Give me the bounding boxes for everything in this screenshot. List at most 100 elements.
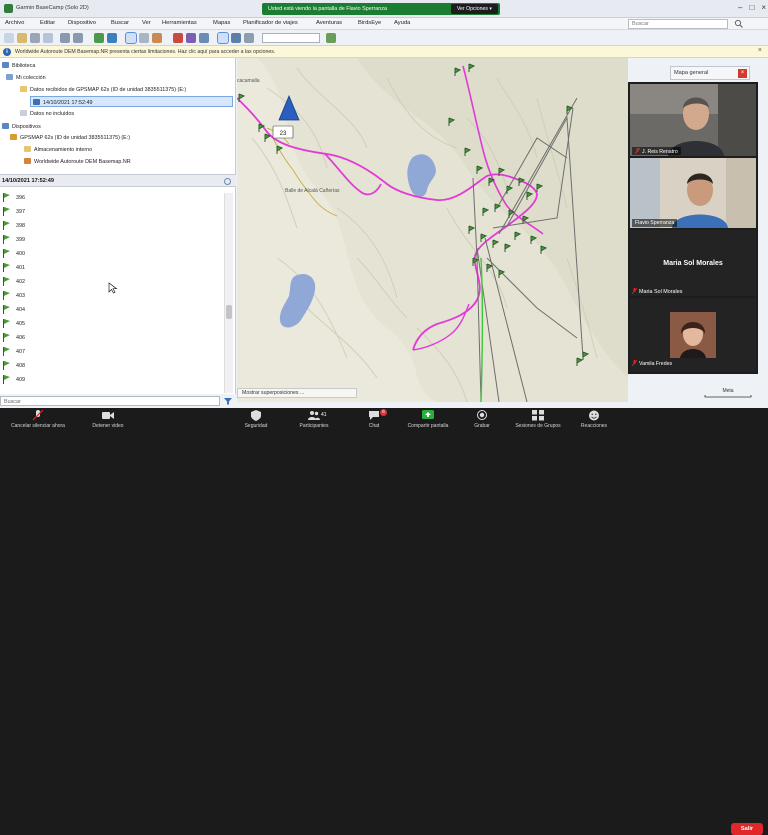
tree-internal-storage[interactable]: Almacenamiento interno xyxy=(24,146,92,153)
tree-my-collection[interactable]: Mi colección xyxy=(6,74,46,81)
folder-icon xyxy=(20,110,27,116)
hand-tool-icon[interactable] xyxy=(125,32,137,44)
video-tile-flavio[interactable]: Flavio Sperranza xyxy=(630,158,756,228)
reactions-button[interactable]: Reacciones xyxy=(564,410,624,432)
participant-count: 41 xyxy=(321,412,327,418)
tree-basemap[interactable]: Worldwide Autoroute DEM Basemap.NR xyxy=(24,158,131,165)
menu-planificador[interactable]: Planificador de viajes xyxy=(243,20,298,26)
video-tile-vamila[interactable]: Vamila Fredes xyxy=(630,298,756,372)
show-overlays-button[interactable]: Mostrar superposiciones ... xyxy=(237,388,357,398)
redo-icon[interactable] xyxy=(73,33,83,43)
zoom-tool-icon[interactable] xyxy=(139,33,149,43)
menu-ver[interactable]: Ver xyxy=(142,20,151,26)
notice-close-button[interactable]: × xyxy=(758,47,762,54)
participant-video xyxy=(630,158,756,228)
collapse-icon xyxy=(2,123,9,129)
share-banner-text: Usted está viendo la pantalla de Flavio … xyxy=(268,6,387,12)
send-to-device-icon[interactable] xyxy=(94,33,104,43)
record-button[interactable]: Grabar xyxy=(452,410,512,432)
select-tool-icon[interactable] xyxy=(217,32,229,44)
security-button[interactable]: Seguridad xyxy=(226,410,286,432)
participant-photo xyxy=(670,312,716,358)
view-options-button[interactable]: Ver Opciones ▾ xyxy=(450,4,498,14)
minimize-button[interactable]: – xyxy=(738,3,742,15)
waypoint-flag-icon xyxy=(3,207,10,216)
menu-birdseye[interactable]: BirdsEye xyxy=(358,20,381,26)
waypoint-flag-icon xyxy=(3,361,10,370)
list-search-input[interactable]: Buscar xyxy=(0,396,220,406)
route-tool-icon[interactable] xyxy=(173,33,183,43)
share-screen-button[interactable]: Compartir pantalla xyxy=(398,410,458,432)
refresh-icon[interactable] xyxy=(224,178,231,185)
video-tile-reis[interactable]: J. Reis Renatro xyxy=(630,84,756,156)
waypoint-flag-icon xyxy=(3,249,10,258)
receive-from-device-icon[interactable] xyxy=(107,33,117,43)
print-icon[interactable] xyxy=(30,33,40,43)
scrollbar-thumb[interactable] xyxy=(226,305,232,319)
menu-ayuda[interactable]: Ayuda xyxy=(394,20,410,26)
measure-tool-icon[interactable] xyxy=(199,33,209,43)
chat-icon xyxy=(369,411,379,420)
leave-meeting-button[interactable]: Salir xyxy=(731,823,763,835)
tree-devices[interactable]: Dispositivos xyxy=(2,123,41,130)
list-pane-header: 14/10/2021 17:52:49 xyxy=(0,174,236,187)
menu-herramientas[interactable]: Herramientas xyxy=(162,20,197,26)
limitations-notice[interactable]: i Worldwide Autoroute DEM Basemap.NR pre… xyxy=(0,46,768,58)
menu-buscar[interactable]: Buscar xyxy=(111,20,129,26)
copy-icon[interactable] xyxy=(43,33,53,43)
eraser-icon[interactable] xyxy=(152,33,162,43)
tree-unlisted-data[interactable]: Datos no incluidos xyxy=(20,110,74,117)
waypoint-flag-icon xyxy=(3,305,10,314)
layers-icon[interactable] xyxy=(244,33,254,43)
open-icon[interactable] xyxy=(17,33,27,43)
track-tool-icon[interactable] xyxy=(186,33,196,43)
mic-off-icon xyxy=(632,360,637,366)
close-button[interactable]: × xyxy=(761,3,766,15)
menu-aventuras[interactable]: Aventuras xyxy=(316,20,342,26)
map-scale: Meta xyxy=(703,388,753,398)
find-address-icon[interactable] xyxy=(326,33,336,43)
tree-biblioteca[interactable]: Biblioteca xyxy=(2,62,35,69)
waypoint-flag-icon xyxy=(3,277,10,286)
new-icon[interactable] xyxy=(4,33,14,43)
maximize-button[interactable]: □ xyxy=(749,3,754,15)
unmute-button[interactable]: Cancelar silenciar ahora xyxy=(8,410,68,432)
mic-off-icon xyxy=(32,410,44,421)
window-controls: – □ × xyxy=(726,3,766,15)
mic-off-icon xyxy=(632,288,637,294)
participant-name-label: Flavio Sperranza xyxy=(632,219,678,227)
menu-dispositivo[interactable]: Dispositivo xyxy=(68,20,96,26)
filter-icon[interactable] xyxy=(222,396,234,406)
menu-mapas[interactable]: Mapas xyxy=(213,20,230,26)
tree-selected-list[interactable]: 14/10/2021 17:52:49 xyxy=(30,96,233,107)
area-tool-icon[interactable] xyxy=(231,33,241,43)
chat-button[interactable]: 6 Chat xyxy=(344,409,404,432)
video-icon xyxy=(102,412,114,419)
undo-icon[interactable] xyxy=(60,33,70,43)
list-scrollbar[interactable] xyxy=(224,193,233,393)
folder-icon xyxy=(24,146,31,152)
profile-dropdown[interactable] xyxy=(262,33,320,43)
tree-device[interactable]: GPSMAP 62s (ID de unidad 3835511375) (E:… xyxy=(10,134,130,141)
menu-search-input[interactable]: Buscar xyxy=(628,19,728,29)
basecamp-window: Garmin BaseCamp (Solo 2D) Usted está vie… xyxy=(0,0,768,408)
menu-archivo[interactable]: Archivo xyxy=(5,20,24,26)
mouse-pointer-icon xyxy=(108,282,118,294)
waypoint-flag-icon xyxy=(3,221,10,230)
record-icon xyxy=(477,410,487,420)
map-view[interactable]: 23 cacamalla Balle de Alcalá Cañerías xyxy=(237,58,628,402)
menu-editar[interactable]: Editar xyxy=(40,20,55,26)
participants-button[interactable]: 41 Participantes xyxy=(284,410,344,432)
overview-close-button[interactable]: × xyxy=(738,69,747,78)
breakout-rooms-button[interactable]: Sesiones de Grupos xyxy=(508,410,568,432)
folder-icon xyxy=(20,86,27,92)
stop-video-button[interactable]: Detener video xyxy=(78,410,138,432)
search-go-icon[interactable] xyxy=(734,19,744,29)
map-icon xyxy=(24,158,31,164)
waypoint-flag-icon xyxy=(3,347,10,356)
tree-received-data[interactable]: Datos recibidos de GPSMAP 62s (ID de uni… xyxy=(20,86,186,93)
notice-text[interactable]: Worldwide Autoroute DEM Basemap.NR prese… xyxy=(15,49,275,55)
participant-name-label: Maria Sol Morales xyxy=(630,286,756,298)
map-label-town: cacamalla xyxy=(237,78,260,84)
map-canvas[interactable]: 23 xyxy=(237,58,628,402)
